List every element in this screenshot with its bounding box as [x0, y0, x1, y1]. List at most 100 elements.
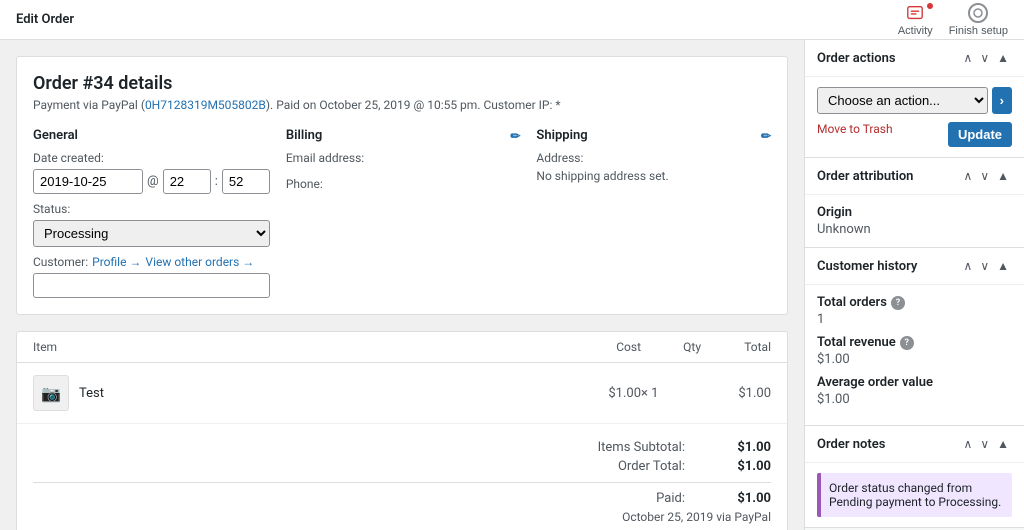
customer-history-title: Customer history [817, 259, 917, 274]
customer-label: Customer: [33, 255, 88, 269]
customer-history-controls: ∧ ∨ ▲ [961, 258, 1012, 274]
order-actions-content: Choose an action... › Move to Trash Upda… [805, 77, 1024, 157]
order-total-value: $1.00 [701, 459, 771, 474]
payment-via: October 25, 2019 via PayPal [33, 510, 771, 524]
shipping-edit-icon[interactable]: ✏ [761, 129, 771, 143]
order-attribution-collapse-btn[interactable]: ∧ [961, 168, 976, 184]
order-notes-content: Order status changed from Pending paymen… [805, 463, 1024, 527]
finish-setup-button[interactable]: Finish setup [949, 3, 1008, 37]
avg-order-label: Average order value [817, 375, 1012, 390]
item-qty: × 1 [641, 386, 701, 401]
customer-history-pin-btn[interactable]: ▲ [994, 258, 1012, 274]
total-orders-item: Total orders ? 1 [817, 295, 1012, 327]
order-attribution-pin-btn[interactable]: ▲ [994, 168, 1012, 184]
order-notes-section: Order notes ∧ ∨ ▲ Order status changed f… [805, 426, 1024, 528]
page-title: Edit Order [16, 12, 74, 27]
order-title: Order #34 details [33, 73, 771, 94]
activity-button[interactable]: Activity [898, 3, 933, 37]
at-label: @ [147, 174, 159, 189]
billing-section-title: Billing ✏ [286, 128, 521, 143]
col-qty: Qty [641, 340, 701, 354]
origin-value: Unknown [817, 222, 1012, 237]
total-revenue-help-icon[interactable]: ? [900, 336, 914, 350]
customer-history-toggle-btn[interactable]: ∨ [977, 258, 992, 274]
order-total-label: Order Total: [541, 459, 701, 474]
totals-section: Items Subtotal: $1.00 Order Total: $1.00… [17, 424, 787, 530]
total-orders-value: 1 [817, 312, 1012, 327]
col-total: Total [701, 340, 771, 354]
order-attribution-content: Origin Unknown [805, 195, 1024, 247]
view-orders-link[interactable]: View other orders → [145, 255, 254, 269]
date-input[interactable] [33, 169, 143, 194]
general-section: General Date created: @ : Status: Pro [33, 128, 270, 298]
actions-footer: Move to Trash Update [817, 122, 1012, 147]
minute-input[interactable] [222, 169, 270, 194]
subtitle-prefix: Payment via PayPal ( [33, 98, 145, 112]
order-actions-toggle-btn[interactable]: ∨ [977, 50, 992, 66]
avg-order-value: $1.00 [817, 392, 1012, 407]
order-actions-title: Order actions [817, 51, 896, 66]
table-row: 📷 Test $1.00 × 1 $1.00 [17, 363, 787, 424]
order-attribution-section: Order attribution ∧ ∨ ▲ Origin Unknown [805, 158, 1024, 248]
item-name: Test [79, 386, 104, 401]
customer-row: Customer: Profile → View other orders → [33, 255, 270, 269]
phone-label: Phone: [286, 177, 521, 191]
update-button[interactable]: Update [948, 122, 1012, 147]
item-cost: $1.00 [561, 386, 641, 401]
order-total-row: Order Total: $1.00 [33, 459, 771, 474]
move-to-trash-link[interactable]: Move to Trash [817, 122, 893, 136]
col-item: Item [33, 340, 561, 354]
profile-link[interactable]: Profile → [92, 255, 141, 269]
total-revenue-label: Total revenue ? [817, 335, 1012, 350]
hour-input[interactable] [163, 169, 211, 194]
subtitle-suffix: ). Paid on October 25, 2019 @ 10:55 pm. … [266, 98, 561, 112]
item-thumbnail: 📷 [33, 375, 69, 411]
activity-label: Activity [898, 25, 933, 37]
activity-icon [905, 3, 925, 23]
subtotal-row: Items Subtotal: $1.00 [33, 440, 771, 455]
customer-search-input[interactable] [33, 273, 270, 298]
order-grid: General Date created: @ : Status: Pro [33, 128, 771, 298]
customer-history-header: Customer history ∧ ∨ ▲ [805, 248, 1024, 285]
billing-section: Billing ✏ Email address: Phone: [286, 128, 521, 298]
customer-history-collapse-btn[interactable]: ∧ [961, 258, 976, 274]
order-actions-pin-btn[interactable]: ▲ [994, 50, 1012, 66]
total-revenue-item: Total revenue ? $1.00 [817, 335, 1012, 367]
note-item: Order status changed from Pending paymen… [817, 473, 1012, 517]
order-actions-controls: ∧ ∨ ▲ [961, 50, 1012, 66]
order-details-card: Order #34 details Payment via PayPal (0H… [16, 56, 788, 315]
avg-order-item: Average order value $1.00 [817, 375, 1012, 407]
sidebar: Order actions ∧ ∨ ▲ Choose an action... … [804, 40, 1024, 530]
col-cost: Cost [561, 340, 641, 354]
order-notes-header: Order notes ∧ ∨ ▲ [805, 426, 1024, 463]
content-area: Order #34 details Payment via PayPal (0H… [0, 40, 804, 530]
email-label: Email address: [286, 151, 521, 165]
address-none: No shipping address set. [536, 169, 771, 183]
order-attribution-controls: ∧ ∨ ▲ [961, 168, 1012, 184]
finish-setup-icon [968, 3, 988, 23]
item-total: $1.00 [701, 386, 771, 401]
order-notes-toggle-btn[interactable]: ∨ [977, 436, 992, 452]
general-section-title: General [33, 128, 270, 143]
subtotal-label: Items Subtotal: [541, 440, 701, 455]
paid-value: $1.00 [701, 491, 771, 506]
action-select[interactable]: Choose an action... [817, 87, 988, 114]
time-separator: : [215, 174, 218, 189]
order-notes-title: Order notes [817, 437, 885, 452]
billing-edit-icon[interactable]: ✏ [510, 129, 520, 143]
order-attribution-title: Order attribution [817, 169, 913, 184]
date-row: @ : [33, 169, 270, 194]
order-actions-collapse-btn[interactable]: ∧ [961, 50, 976, 66]
total-orders-label: Total orders ? [817, 295, 1012, 310]
shipping-section-title: Shipping ✏ [536, 128, 771, 143]
order-notes-pin-btn[interactable]: ▲ [994, 436, 1012, 452]
totals-divider [33, 482, 771, 483]
top-bar: Edit Order Activity Finish setup [0, 0, 1024, 40]
status-select[interactable]: Processing [33, 220, 270, 247]
order-actions-header: Order actions ∧ ∨ ▲ [805, 40, 1024, 77]
order-notes-collapse-btn[interactable]: ∧ [961, 436, 976, 452]
paypal-link[interactable]: 0H7128319M505802B [145, 98, 266, 112]
order-attribution-toggle-btn[interactable]: ∨ [977, 168, 992, 184]
action-go-button[interactable]: › [992, 87, 1012, 114]
total-orders-help-icon[interactable]: ? [891, 296, 905, 310]
